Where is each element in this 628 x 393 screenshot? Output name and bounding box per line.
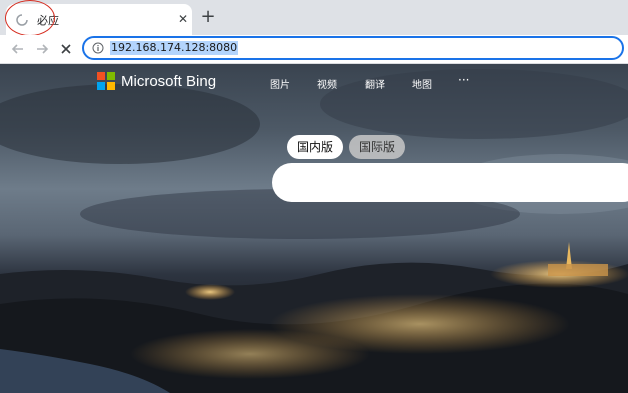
nav-videos[interactable]: 视频 [317, 76, 337, 91]
tab-domestic[interactable]: 国内版 [287, 135, 344, 159]
microsoft-logo-icon [97, 72, 115, 90]
nav-maps[interactable]: 地图 [412, 76, 432, 91]
brand-name: Microsoft Bing [121, 72, 217, 90]
more-menu-icon[interactable]: ··· [458, 73, 469, 87]
back-arrow-icon[interactable] [8, 39, 28, 59]
search-input[interactable] [272, 163, 628, 202]
browser-toolbar: 192.168.174.128:8080 [0, 35, 628, 64]
close-tab-icon[interactable]: ✕ [176, 12, 190, 26]
nav-translate[interactable]: 翻译 [365, 76, 385, 91]
forward-arrow-icon[interactable] [32, 39, 52, 59]
nav-images[interactable]: 图片 [270, 76, 290, 91]
annotation-circle [5, 0, 55, 36]
address-bar[interactable]: 192.168.174.128:8080 [82, 36, 624, 60]
info-icon[interactable] [92, 42, 104, 54]
background-cityscape-image [0, 69, 628, 393]
new-tab-icon[interactable]: + [199, 8, 217, 26]
tab-international[interactable]: 国际版 [349, 135, 406, 159]
bing-logo[interactable]: Microsoft Bing [97, 72, 216, 90]
stop-loading-icon[interactable] [56, 39, 76, 59]
url-text[interactable]: 192.168.174.128:8080 [110, 41, 239, 55]
tab-strip: 必应 ✕ + [0, 0, 628, 36]
bing-homepage: Microsoft Bing 图片 视频 翻译 地图 ··· 国内版 国际版 [0, 64, 628, 393]
